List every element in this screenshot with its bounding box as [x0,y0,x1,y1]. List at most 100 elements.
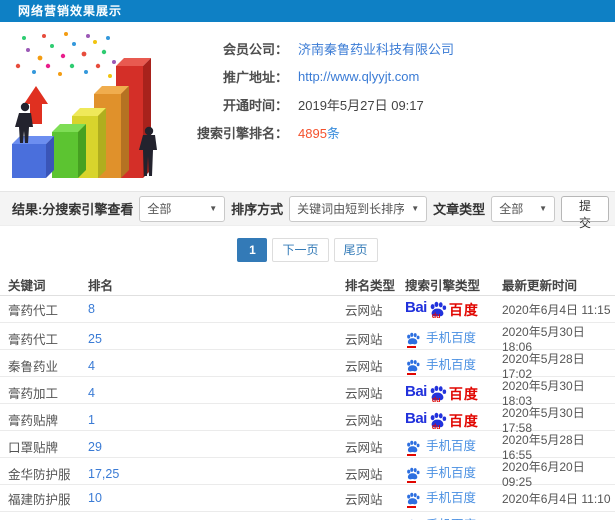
keyword-cell: 膏药贴牌 [8,414,59,428]
keyword-cell: 金华防护服 [8,468,71,482]
rank-count: 4895 [298,125,327,141]
baidu-paw-icon: du [428,300,448,320]
mobile-baidu-underline [407,481,416,483]
baidu-logo: Bai du 百度 [405,299,502,320]
sort-filter-label: 排序方式 [231,202,284,217]
mobile-baidu-underline [407,373,416,375]
sort-filter-select[interactable]: 关键词由短到长排序 ▼ [289,195,428,222]
engine-cell: Bai du 百度 [405,409,502,431]
filter-controls: 分搜索引擎查看 全部 ▼ 排序方式 关键词由短到长排序 ▼ 文章类型 全部 ▼ … [42,195,610,230]
updated-cell: 2020年6月20日 09:25 [502,460,585,489]
mobile-baidu-label: 手机百度 [426,490,477,505]
info-section: 会员公司： 济南秦鲁药业科技有限公司 推广地址： http://www.qlyy… [0,22,615,191]
keyword-cell: 膏药代工 [8,333,59,347]
pagination: 1 下一页 尾页 [0,226,615,273]
sort-filter-value: 关键词由短到长排序 [297,202,405,216]
bar-chart-illustration [12,32,157,178]
rank-type-cell: 云网站 [345,303,383,318]
page-title: 网络营销效果展示 [18,4,123,18]
article-type-value: 全部 [499,202,524,216]
mobile-baidu-logo: 手机百度 [405,331,502,348]
keyword-cell: 秦鲁药业 [8,360,59,374]
rank-cell[interactable]: 8 [88,302,345,316]
table-body: 膏药代工 8 云网站 Bai du 百度 2020年6月4日 11:15 膏药代… [0,296,615,520]
baidu-bai-text: Bai [405,409,427,427]
page-button-1[interactable]: 1 [237,237,268,262]
rank-type-cell: 云网站 [345,360,383,374]
updated-cell: 2020年6月4日 11:10 [502,491,611,506]
engine-cell: Bai du 百度 [405,384,502,404]
promo-url-link[interactable]: http://www.qlyyjt.com [298,69,419,84]
mobile-baidu-paw-icon [405,491,421,508]
rank-cell[interactable]: 10 [88,491,345,505]
updated-cell: 2020年6月4日 11:15 [502,302,611,317]
engine-cell: Bai du 百度 [405,439,502,456]
mobile-baidu-paw-icon [405,331,421,348]
rank-type-cell: 云网站 [345,333,383,347]
keyword-table: 关键词 排名 排名类型 搜索引擎类型 最新更新时间 膏药代工 8 云网站 Bai… [0,273,615,520]
mobile-baidu-underline [407,346,416,348]
baidu-cn-text: 百度 [448,412,479,429]
col-updated: 最新更新时间 [502,278,578,293]
info-row-url: 推广地址： http://www.qlyyjt.com [170,62,454,90]
company-name-link[interactable]: 济南秦鲁药业科技有限公司 [298,39,454,58]
baidu-du-text: du [431,423,441,431]
info-row-company: 会员公司： 济南秦鲁药业科技有限公司 [170,34,454,62]
engine-cell: Bai du 百度 [405,490,502,508]
table-row: 福建防护服 10 云网站 Bai du 百度 [0,485,615,512]
baidu-paw-icon: du [428,384,448,404]
table-row: 膏药贴牌 1 云网站 Bai du 百度 2020年5月30日 17:58 [0,404,615,435]
mobile-baidu-underline [407,505,416,508]
engine-filter-label: 分搜索引擎查看 [42,202,134,217]
table-row: 膏药代工 25 云网站 Bai du 百度 [0,323,615,354]
baidu-logo: Bai du 百度 [405,409,502,431]
last-page-button[interactable]: 尾页 [333,237,378,262]
col-engine-type: 搜索引擎类型 [405,278,481,293]
mobile-baidu-logo: 手机百度 [405,490,502,508]
table-row: 膏药加工 4 云网站 Bai du 百度 2020年5月30日 18:03 [0,377,615,408]
rank-unit: 条 [326,125,340,141]
rank-cell[interactable]: 1 [88,413,345,427]
mobile-baidu-paw-icon [405,439,421,456]
engine-rank-value: 4895条 [298,123,340,142]
rank-cell[interactable]: 17,25 [88,467,345,481]
engine-cell: Bai du 百度 [405,299,502,320]
rank-type-cell: 云网站 [345,468,383,482]
engine-rank-label: 搜索引擎排名： [196,125,288,141]
promo-url-label: 推广地址： [222,69,288,85]
rank-cell[interactable]: 4 [88,359,345,373]
app-header: 网络营销效果展示 [0,0,615,22]
col-rank: 排名 [88,278,114,293]
open-time-label: 开通时间： [222,97,288,113]
rank-cell[interactable]: 4 [88,386,345,400]
next-page-button[interactable]: 下一页 [272,237,329,262]
keyword-cell: 福建防护服 [8,492,71,507]
rank-type-cell: 云网站 [345,387,383,401]
rank-type-cell: 云网站 [345,441,383,455]
info-row-open-time: 开通时间： 2019年5月27日 09:17 [170,90,454,118]
keyword-cell: 口罩贴牌 [8,441,59,455]
rank-type-cell: 云网站 [345,414,383,428]
mobile-baidu-logo: 手机百度 [405,439,502,456]
results-label: 结果: [12,202,43,217]
rank-cell[interactable]: 29 [88,440,345,454]
open-time-value: 2019年5月27日 09:17 [298,97,424,113]
baidu-bai-text: Bai [405,299,427,316]
chevron-down-icon: ▼ [539,204,548,213]
engine-filter-select[interactable]: 全部 ▼ [139,195,226,222]
submit-button[interactable]: 提交 [561,195,610,230]
table-row: 金华防护服 17,25 云网站 Bai du 百度 [0,458,615,489]
rank-cell[interactable]: 25 [88,332,345,346]
filter-bar: 结果: 分搜索引擎查看 全部 ▼ 排序方式 关键词由短到长排序 ▼ 文章类型 全… [0,191,615,230]
article-type-select[interactable]: 全部 ▼ [491,195,556,222]
baidu-du-text: du [431,396,441,404]
table-row: 口罩贴牌 29 云网站 Bai du 百度 [0,431,615,462]
mobile-baidu-label: 手机百度 [426,358,477,373]
baidu-logo: Bai du 百度 [405,384,502,404]
table-row: Bai du 百度 [0,512,615,520]
keyword-cell: 膏药加工 [8,387,59,401]
engine-cell: Bai du 百度 [405,466,502,483]
keyword-cell: 膏药代工 [8,303,59,318]
rank-type-cell: 云网站 [345,492,383,507]
mobile-baidu-label: 手机百度 [426,331,477,346]
